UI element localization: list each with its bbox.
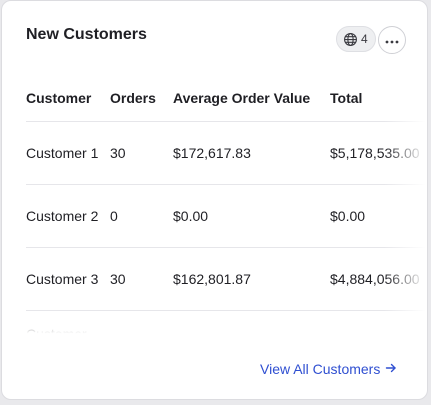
new-customers-card: New Customers 4 Customer Orders Average … — [1, 0, 428, 400]
customers-table-container[interactable]: Customer Orders Average Order Value Tota… — [26, 75, 427, 337]
customer-name-cell: Customer — [26, 310, 110, 337]
average-order-value-cell: $0.00 — [173, 184, 330, 248]
view-all-customers-label: View All Customers — [260, 361, 381, 377]
orders-cell: 30 — [110, 121, 173, 185]
table-row[interactable]: Customer 2 0 $0.00 $0.00 — [26, 184, 427, 248]
total-cell: $0.00 — [330, 184, 427, 248]
orders-cell: 30 — [110, 247, 173, 311]
orders-cell — [110, 310, 173, 337]
total-cell: $5,178,535.00 — [330, 121, 427, 185]
column-header-total[interactable]: Total — [330, 75, 427, 122]
more-options-button[interactable] — [378, 26, 406, 54]
region-badge[interactable]: 4 — [336, 26, 376, 52]
total-cell: $4,884,056.00 — [330, 247, 427, 311]
total-cell — [330, 310, 427, 337]
badge-count: 4 — [361, 32, 368, 46]
table-row[interactable]: Customer — [26, 310, 427, 337]
table-header-row: Customer Orders Average Order Value Tota… — [26, 75, 427, 122]
card-title: New Customers — [26, 26, 147, 43]
customer-name-cell: Customer 2 — [26, 184, 110, 248]
column-header-orders[interactable]: Orders — [110, 75, 173, 122]
customer-name-cell: Customer 3 — [26, 247, 110, 311]
more-horizontal-icon — [385, 31, 399, 49]
average-order-value-cell: $162,801.87 — [173, 247, 330, 311]
table-row[interactable]: Customer 3 30 $162,801.87 $4,884,056.00 — [26, 247, 427, 311]
table-row[interactable]: Customer 1 30 $172,617.83 $5,178,535.00 — [26, 121, 427, 185]
customers-table: Customer Orders Average Order Value Tota… — [26, 75, 427, 337]
column-header-average-order-value[interactable]: Average Order Value — [173, 75, 330, 122]
average-order-value-cell — [173, 310, 330, 337]
column-header-customer[interactable]: Customer — [26, 75, 110, 122]
orders-cell: 0 — [110, 184, 173, 248]
arrow-right-icon — [385, 361, 397, 377]
average-order-value-cell: $172,617.83 — [173, 121, 330, 185]
customer-name-cell: Customer 1 — [26, 121, 110, 185]
globe-icon — [343, 32, 358, 47]
view-all-customers-link[interactable]: View All Customers — [260, 361, 397, 377]
